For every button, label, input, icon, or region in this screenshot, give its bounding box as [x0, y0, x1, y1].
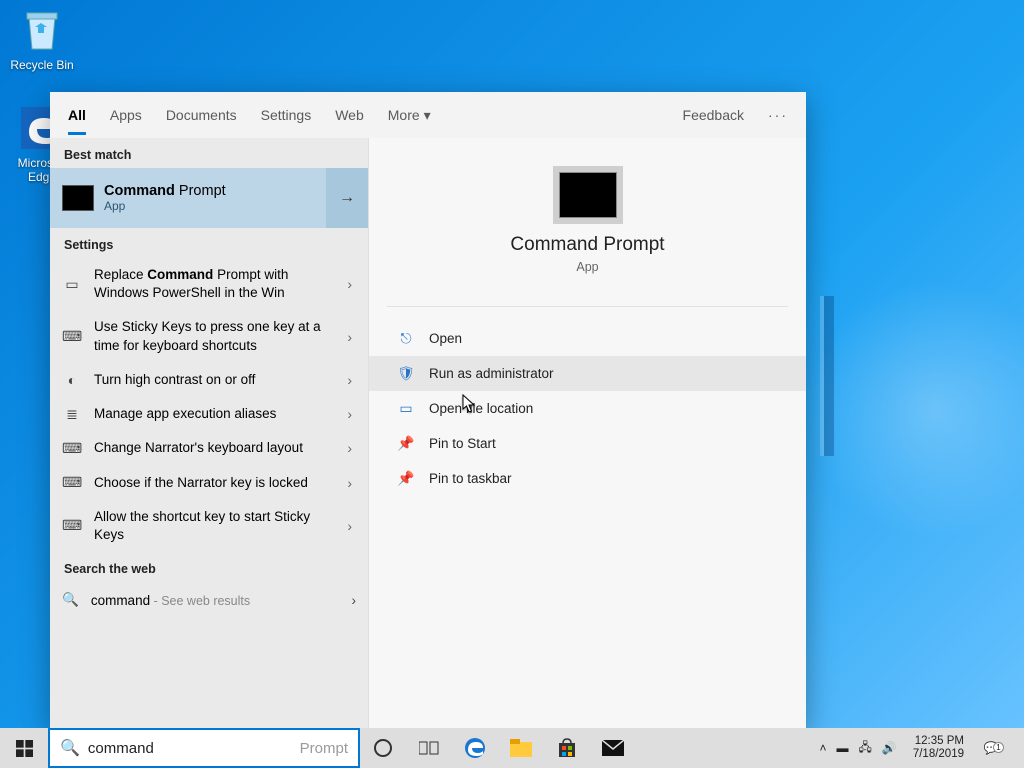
action-label: Open [429, 331, 462, 346]
chevron-right-icon: › [343, 372, 356, 388]
search-icon: 🔍 [62, 592, 79, 608]
best-match-kind: App [104, 199, 226, 213]
action-icon: 🛡 [397, 365, 415, 382]
settings-result[interactable]: ⌨ Change Narrator's keyboard layout › [50, 431, 368, 465]
settings-item-icon: ⌨ [62, 474, 82, 491]
settings-item-icon: ≣ [62, 406, 82, 423]
best-match-title: Command Prompt [104, 183, 226, 199]
settings-result[interactable]: ⌨ Choose if the Narrator key is locked › [50, 466, 368, 500]
action-label: Open file location [429, 401, 533, 416]
settings-item-icon: ⌨ [62, 517, 82, 534]
settings-item-label: Choose if the Narrator key is locked [94, 474, 331, 492]
search-icon: 🔍 [60, 738, 80, 758]
taskbar: 🔍 Prompt ˄ ▬ 🖧 🔊 12:35 PM 7/18/2019 💬 1 [0, 728, 1024, 768]
detail-title: Command Prompt [369, 234, 806, 256]
action-center-button[interactable]: 💬 1 [980, 741, 1002, 755]
action-icon: ⎋ [397, 330, 415, 347]
cortana-button[interactable] [360, 728, 406, 768]
settings-result[interactable]: ⌨ Allow the shortcut key to start Sticky… [50, 500, 368, 552]
chevron-right-icon: › [343, 406, 356, 422]
search-autocomplete-ghost: Prompt [300, 740, 348, 757]
tray-overflow-chevron-icon[interactable]: ˄ [819, 741, 826, 755]
detail-action-open[interactable]: ⎋ Open [369, 321, 806, 356]
command-prompt-icon [62, 185, 94, 211]
notification-badge: 1 [993, 742, 1004, 753]
battery-icon[interactable]: ▬ [836, 741, 848, 755]
detail-action-open-file-location[interactable]: ▭ Open file location [369, 391, 806, 426]
chevron-down-icon: ▾ [424, 107, 431, 124]
settings-item-label: Replace Command Prompt with Windows Powe… [94, 266, 331, 302]
system-tray: ˄ ▬ 🖧 🔊 12:35 PM 7/18/2019 💬 1 [813, 728, 1024, 768]
settings-item-icon: ▭ [62, 276, 82, 293]
tab-settings[interactable]: Settings [261, 95, 312, 135]
taskbar-app-mail[interactable] [590, 728, 636, 768]
settings-item-label: Allow the shortcut key to start Sticky K… [94, 508, 331, 544]
settings-result[interactable]: ≣ Manage app execution aliases › [50, 397, 368, 431]
action-icon: ▭ [397, 400, 415, 417]
chevron-right-icon: › [343, 518, 356, 534]
action-label: Pin to Start [429, 436, 496, 451]
settings-item-label: Turn high contrast on or off [94, 371, 331, 389]
search-scope-tabs: All Apps Documents Settings Web More▾ Fe… [50, 92, 806, 138]
search-input[interactable] [88, 740, 296, 757]
action-icon: 📌 [397, 435, 415, 452]
settings-item-label: Manage app execution aliases [94, 405, 331, 423]
tab-more[interactable]: More▾ [388, 95, 431, 136]
desktop-icon-recycle-bin[interactable]: Recycle Bin [4, 6, 80, 72]
settings-item-icon: ◐ [62, 372, 82, 388]
taskbar-pinned-apps [360, 728, 636, 768]
detail-action-pin-to-start[interactable]: 📌 Pin to Start [369, 426, 806, 461]
taskbar-app-edge[interactable] [452, 728, 498, 768]
settings-item-icon: ⌨ [62, 440, 82, 457]
chevron-right-icon: › [343, 329, 356, 345]
taskbar-app-store[interactable] [544, 728, 590, 768]
section-header-settings: Settings [50, 228, 368, 258]
action-label: Pin to taskbar [429, 471, 512, 486]
detail-action-run-as-administrator[interactable]: 🛡 Run as administrator [369, 356, 806, 391]
action-icon: 📌 [397, 470, 415, 487]
start-button[interactable] [0, 728, 48, 768]
chevron-right-icon: › [343, 440, 356, 456]
settings-result[interactable]: ▭ Replace Command Prompt with Windows Po… [50, 258, 368, 310]
action-label: Run as administrator [429, 366, 554, 381]
desktop-icon-label: Recycle Bin [4, 58, 80, 72]
chevron-right-icon: › [352, 593, 357, 608]
chevron-right-icon: › [343, 475, 356, 491]
task-view-button[interactable] [406, 728, 452, 768]
settings-result[interactable]: ⌨ Use Sticky Keys to press one key at a … [50, 310, 368, 362]
result-detail-pane: Command Prompt App ⎋ Open 🛡 Run as administ… [368, 138, 806, 728]
start-search-panel: All Apps Documents Settings Web More▾ Fe… [50, 92, 806, 728]
tab-documents[interactable]: Documents [166, 95, 237, 135]
tab-apps[interactable]: Apps [110, 95, 142, 135]
detail-action-pin-to-taskbar[interactable]: 📌 Pin to taskbar [369, 461, 806, 496]
chevron-right-icon: › [343, 276, 356, 292]
command-prompt-icon [559, 172, 617, 218]
feedback-link[interactable]: Feedback [683, 95, 744, 135]
tab-web[interactable]: Web [335, 95, 364, 135]
settings-item-label: Use Sticky Keys to press one key at a ti… [94, 318, 331, 354]
taskbar-search-box[interactable]: 🔍 Prompt [48, 728, 360, 768]
taskbar-clock[interactable]: 12:35 PM 7/18/2019 [907, 735, 970, 761]
network-icon[interactable]: 🖧 [858, 738, 871, 759]
recycle-bin-icon [18, 6, 66, 54]
volume-icon[interactable]: 🔊 [882, 741, 897, 755]
settings-result[interactable]: ◐ Turn high contrast on or off › [50, 363, 368, 397]
detail-kind: App [369, 260, 806, 274]
expand-result-button[interactable]: → [326, 168, 368, 228]
web-search-result[interactable]: 🔍 command - See web results › [50, 582, 368, 618]
windows-logo-icon [16, 740, 33, 757]
section-header-best-match: Best match [50, 138, 368, 168]
results-list: Best match Command Prompt App → Settings… [50, 138, 368, 728]
settings-item-label: Change Narrator's keyboard layout [94, 439, 331, 457]
overflow-menu-icon[interactable]: ··· [768, 95, 788, 135]
best-match-result[interactable]: Command Prompt App → [50, 168, 368, 228]
tab-all[interactable]: All [68, 95, 86, 135]
section-header-web: Search the web [50, 552, 368, 582]
settings-item-icon: ⌨ [62, 328, 82, 345]
taskbar-app-file-explorer[interactable] [498, 728, 544, 768]
